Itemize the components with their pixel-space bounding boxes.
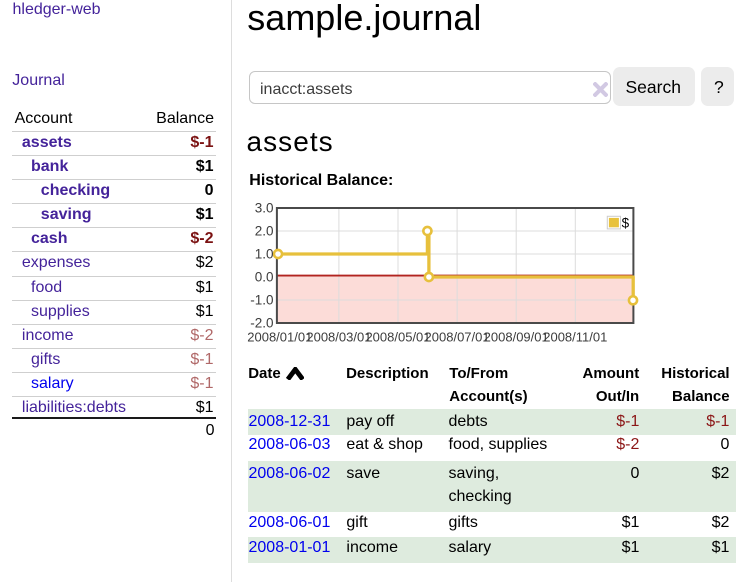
svg-text:2.0: 2.0 — [255, 224, 274, 239]
svg-text:2008/11/01: 2008/11/01 — [543, 330, 607, 345]
svg-text:$: $ — [622, 216, 630, 231]
svg-text:2008/05/01: 2008/05/01 — [365, 330, 430, 345]
svg-text:-1.0: -1.0 — [250, 293, 273, 308]
svg-text:2008/01/01: 2008/01/01 — [247, 330, 312, 345]
svg-text:-2.0: -2.0 — [250, 316, 273, 331]
svg-text:2008/07/01: 2008/07/01 — [425, 330, 490, 345]
svg-text:2008/09/01: 2008/09/01 — [484, 330, 549, 345]
svg-text:0.0: 0.0 — [255, 270, 274, 285]
svg-text:3.0: 3.0 — [255, 201, 274, 216]
svg-text:1.0: 1.0 — [255, 247, 274, 262]
svg-text:2008/03/01: 2008/03/01 — [306, 330, 371, 345]
